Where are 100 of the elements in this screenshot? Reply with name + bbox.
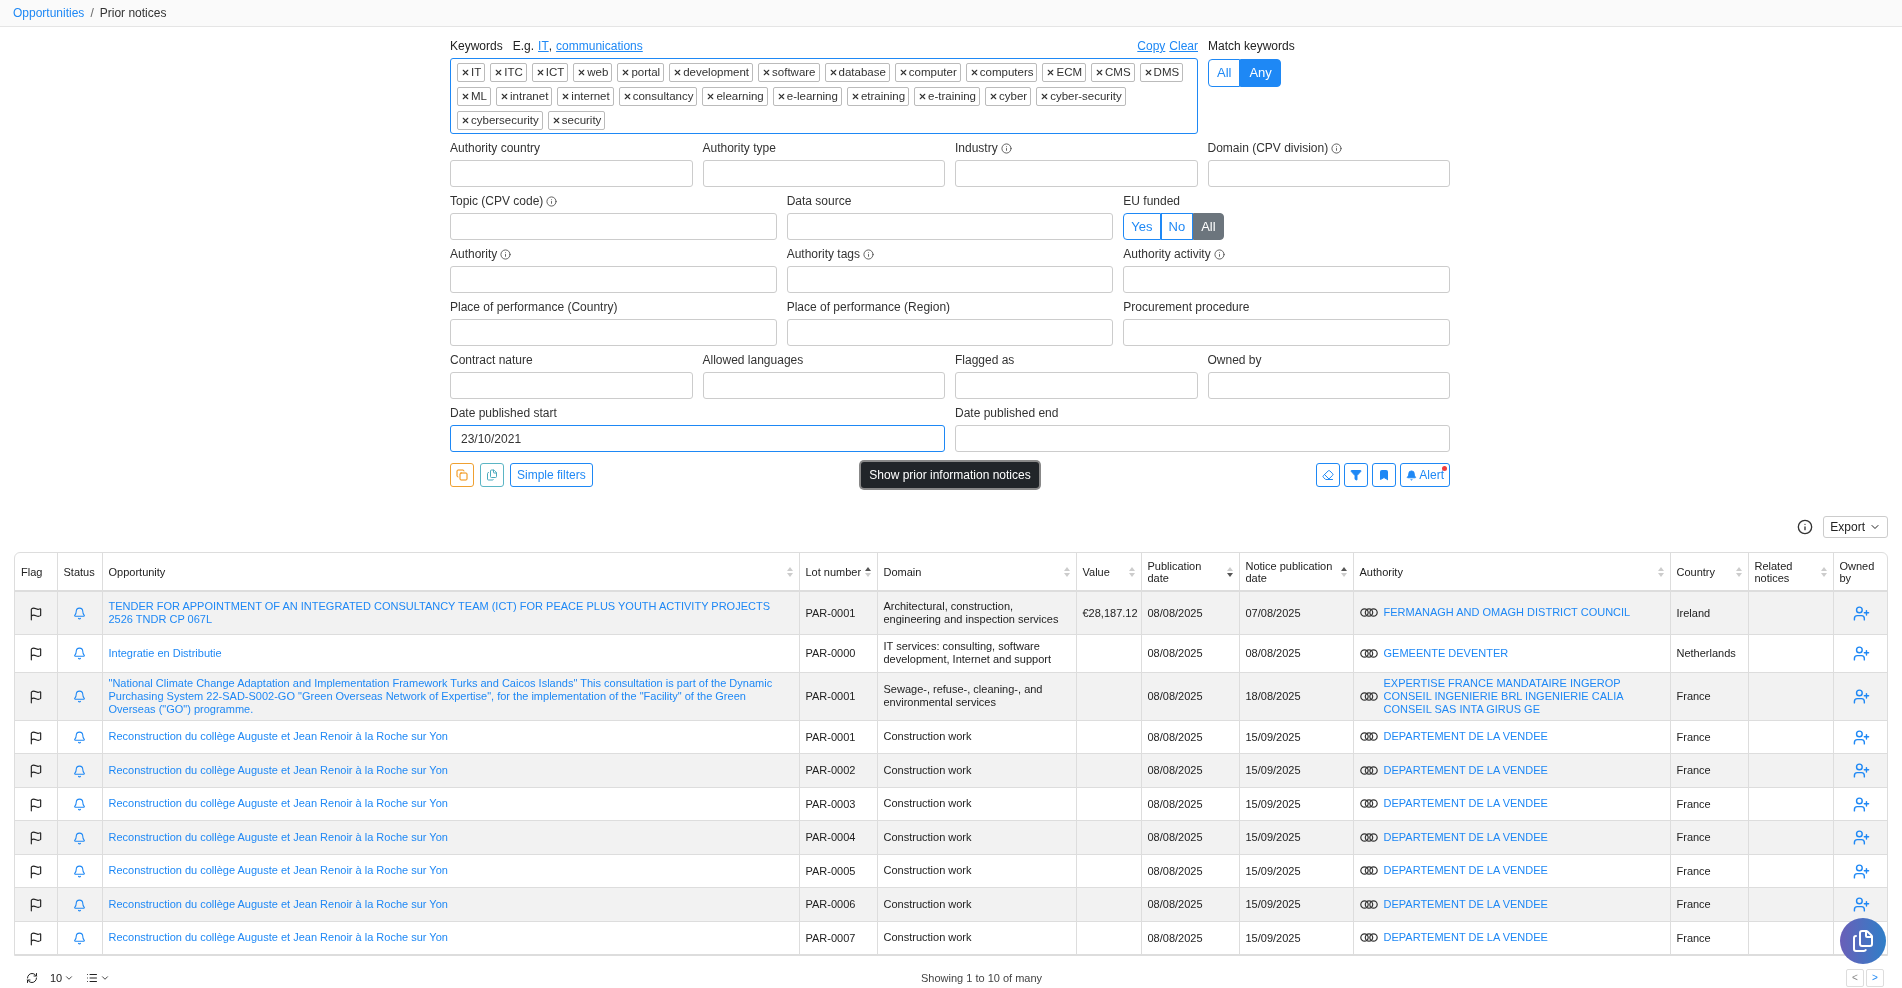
opportunity-link[interactable]: Reconstruction du collège Auguste et Jean Renoir à la Roche sur Yon xyxy=(108,797,793,811)
flag-icon[interactable] xyxy=(28,764,43,779)
input-field[interactable] xyxy=(786,213,1114,240)
keyword-tag[interactable]: IT xyxy=(457,63,486,82)
flag-icon[interactable] xyxy=(28,606,43,621)
keyword-tag[interactable]: security xyxy=(547,111,606,130)
remove-icon[interactable] xyxy=(776,92,786,101)
bell-icon[interactable] xyxy=(73,798,86,812)
input-field[interactable] xyxy=(450,372,693,399)
keyword-tag[interactable]: ML xyxy=(457,87,491,106)
remove-icon[interactable] xyxy=(621,68,631,77)
column-header[interactable]: Notice publication date xyxy=(1239,553,1353,591)
keyword-tag[interactable]: elearning xyxy=(702,87,768,106)
sort-icon[interactable] xyxy=(1340,566,1347,577)
keyword-tag[interactable]: CMS xyxy=(1091,63,1135,82)
input-field[interactable] xyxy=(786,266,1114,293)
authority-link[interactable]: DEPARTEMENT DE LA VENDEE xyxy=(1383,864,1548,878)
keyword-tag[interactable]: e-learning xyxy=(772,87,842,106)
flag-icon[interactable] xyxy=(28,831,43,846)
input-field[interactable] xyxy=(786,319,1114,346)
opportunity-link[interactable]: Reconstruction du collège Auguste et Jean Renoir à la Roche sur Yon xyxy=(108,864,793,878)
remove-icon[interactable] xyxy=(461,92,470,101)
keywords-field[interactable] xyxy=(450,58,1198,134)
input-field[interactable]: 23/10/2021 xyxy=(450,425,945,452)
column-header[interactable]: Status xyxy=(57,553,102,591)
remove-icon[interactable] xyxy=(828,68,838,77)
input-field[interactable] xyxy=(955,425,1450,452)
export-button[interactable]: Export xyxy=(1823,516,1888,538)
input-field[interactable] xyxy=(1207,160,1450,187)
show-notices-button[interactable]: Show prior information notices xyxy=(861,462,1039,488)
assign-user-icon[interactable] xyxy=(1852,762,1870,780)
flag-icon[interactable] xyxy=(28,689,43,704)
keyword-tag[interactable]: web xyxy=(573,63,613,82)
authority-link[interactable]: DEPARTEMENT DE LA VENDEE xyxy=(1383,730,1548,744)
keyword-tag[interactable]: etraining xyxy=(846,87,910,106)
flag-icon[interactable] xyxy=(28,646,43,661)
keyword-tag[interactable]: consultancy xyxy=(618,87,698,106)
remove-icon[interactable] xyxy=(461,116,470,125)
keyword-tag[interactable]: computer xyxy=(894,63,961,82)
page-size-dropdown[interactable]: 10 xyxy=(50,969,75,987)
bell-icon[interactable] xyxy=(73,690,86,704)
simple-filters-button[interactable]: Simple filters xyxy=(510,463,593,487)
keyword-tag[interactable]: software xyxy=(758,63,820,82)
column-header[interactable]: Owned by xyxy=(1833,553,1887,591)
opportunity-link[interactable]: Reconstruction du collège Auguste et Jean Renoir à la Roche sur Yon xyxy=(108,730,793,744)
input-field[interactable] xyxy=(450,319,777,346)
flag-icon[interactable] xyxy=(28,898,43,913)
sort-icon[interactable] xyxy=(864,566,871,577)
remove-icon[interactable] xyxy=(762,68,772,77)
authority-link[interactable]: GEMEENTE DEVENTER xyxy=(1383,646,1509,660)
remove-icon[interactable] xyxy=(500,92,509,101)
bookmark-button[interactable] xyxy=(1372,463,1397,487)
bell-icon[interactable] xyxy=(73,731,86,745)
authority-link[interactable]: DEPARTEMENT DE LA VENDEE xyxy=(1383,797,1548,811)
opportunity-link[interactable]: Reconstruction du collège Auguste et Jean Renoir à la Roche sur Yon xyxy=(108,931,793,945)
remove-icon[interactable] xyxy=(461,68,470,77)
flag-icon[interactable] xyxy=(28,797,43,812)
remove-icon[interactable] xyxy=(918,92,928,101)
remove-icon[interactable] xyxy=(673,68,683,77)
opportunity-link[interactable]: Integratie en Distributie xyxy=(108,646,793,660)
keyword-tag[interactable]: cybersecurity xyxy=(457,111,543,130)
bell-icon[interactable] xyxy=(73,831,86,845)
keyword-tag[interactable]: cyber-security xyxy=(1036,87,1126,106)
bell-icon[interactable] xyxy=(73,865,86,879)
remove-icon[interactable] xyxy=(898,68,908,77)
assign-user-icon[interactable] xyxy=(1852,728,1870,746)
match-option[interactable]: All xyxy=(1208,59,1241,87)
remove-icon[interactable] xyxy=(850,92,860,101)
keyword-tag[interactable]: intranet xyxy=(496,87,553,106)
input-field[interactable] xyxy=(1207,372,1450,399)
remove-icon[interactable] xyxy=(535,68,545,77)
input-field[interactable] xyxy=(955,372,1198,399)
keyword-action-link[interactable]: Copy xyxy=(1137,37,1166,55)
keyword-tag[interactable]: database xyxy=(824,63,890,82)
toggle-option[interactable]: All xyxy=(1193,213,1224,240)
column-header[interactable]: Value xyxy=(1076,553,1141,591)
breadcrumb-link[interactable]: Opportunities xyxy=(13,4,85,22)
keyword-tag[interactable]: ECM xyxy=(1042,63,1087,82)
filter-button[interactable] xyxy=(1344,463,1369,487)
column-header[interactable]: Country xyxy=(1670,553,1748,591)
keyword-tag[interactable]: portal xyxy=(617,63,665,82)
remove-icon[interactable] xyxy=(1143,68,1153,77)
flag-icon[interactable] xyxy=(28,931,43,946)
keyword-tag[interactable]: development xyxy=(669,63,754,82)
column-header[interactable]: Flag xyxy=(15,553,57,591)
input-field[interactable] xyxy=(702,160,945,187)
input-field[interactable] xyxy=(450,213,777,240)
remove-icon[interactable] xyxy=(622,92,632,101)
info-icon[interactable] xyxy=(1797,519,1814,535)
refresh-icon[interactable] xyxy=(26,972,38,984)
input-field[interactable] xyxy=(1123,319,1450,346)
flag-icon[interactable] xyxy=(28,730,43,745)
keyword-action-link[interactable]: Clear xyxy=(1169,37,1198,55)
column-header[interactable]: Authority xyxy=(1353,553,1670,591)
input-field[interactable] xyxy=(450,266,777,293)
match-option[interactable]: Any xyxy=(1240,59,1281,87)
remove-icon[interactable] xyxy=(577,68,587,77)
alert-button[interactable]: Alert xyxy=(1400,463,1450,487)
duplicate-button[interactable] xyxy=(480,463,504,487)
assign-user-icon[interactable] xyxy=(1852,604,1870,622)
